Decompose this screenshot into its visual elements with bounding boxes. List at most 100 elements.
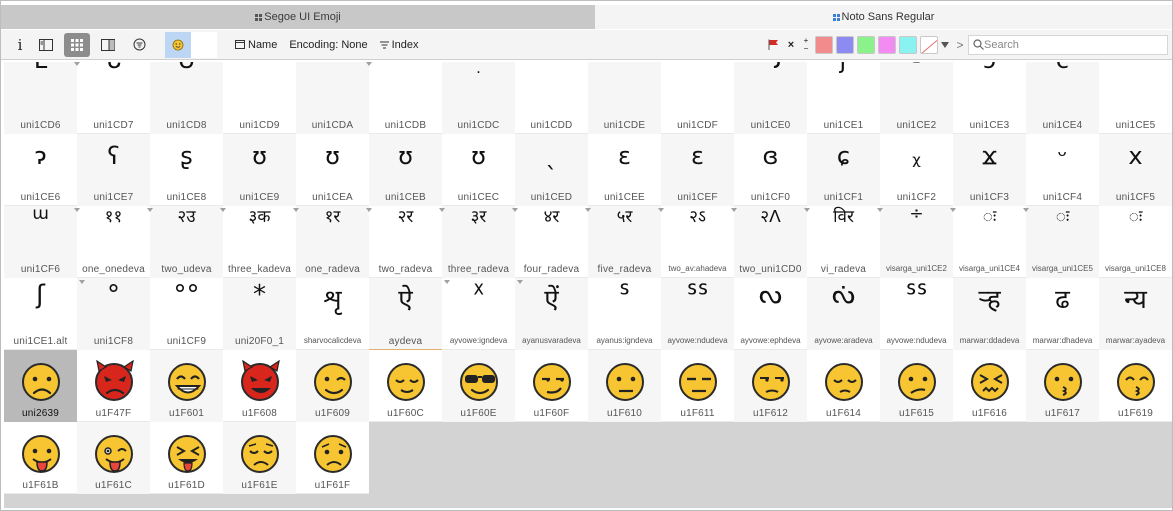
glyph-cell[interactable]: ÷ visarga_uni1CE2 xyxy=(880,206,953,278)
clear-mark-button[interactable]: × xyxy=(782,33,800,57)
glyph-cell[interactable]: ɕ uni1CF1 xyxy=(807,134,880,206)
next-button[interactable]: > xyxy=(952,33,968,57)
glyph-cell[interactable]: ३र three_radeva xyxy=(442,206,515,278)
glyph-cell[interactable]: uni2639 xyxy=(4,350,77,422)
glyph-cell[interactable]: c uni1CE4 xyxy=(1026,62,1099,134)
zoom-stepper[interactable]: + − xyxy=(800,33,812,57)
color-swatch-none[interactable] xyxy=(920,35,938,54)
glyph-cell[interactable]: u1F617 xyxy=(1026,350,1099,422)
glyph-cell[interactable]: १र one_radeva xyxy=(296,206,369,278)
glyph-cell[interactable]: u1F60E xyxy=(442,350,515,422)
glyph-cell[interactable]: ° uni1CF8 xyxy=(77,278,150,350)
glyph-cell[interactable]: ʃ uni1CE1 xyxy=(807,62,880,134)
glyph-cell[interactable]: u1F611 xyxy=(661,350,734,422)
glyph-cell[interactable]: ɯ uni1CF6 xyxy=(4,206,77,278)
color-dropdown-button[interactable] xyxy=(938,33,952,57)
glyph-cell[interactable]: ʊ uni1CEA xyxy=(296,134,369,206)
glyph-cell[interactable]: u1F61E xyxy=(223,422,296,494)
glyph-cell[interactable]: ʊ uni1CE9 xyxy=(223,134,296,206)
glyph-cell[interactable]: ᓓ uni1CE0 xyxy=(734,62,807,134)
color-swatch-red[interactable] xyxy=(815,35,833,54)
background-swatch[interactable] xyxy=(191,31,217,58)
glyph-cell[interactable]: ʊ uni1CEB xyxy=(369,134,442,206)
glyph-cell[interactable]: u1F61F xyxy=(296,422,369,494)
glyph-cell[interactable]: ·· uni1CDE xyxy=(588,62,661,134)
glyph-cell[interactable]: u1F619 xyxy=(1099,350,1172,422)
sort-name-button[interactable]: Name xyxy=(229,33,283,57)
glyph-cell[interactable]: ‴ uni1CDB xyxy=(369,62,442,134)
glyph-cell[interactable]: u1F60C xyxy=(369,350,442,422)
tab-segoe-ui-emoji[interactable]: Segoe UI Emoji xyxy=(1,5,595,29)
glyph-cell[interactable]: ᑦ uni1CE5 xyxy=(1099,62,1172,134)
tab-noto-sans-regular[interactable]: Noto Sans Regular xyxy=(595,5,1172,29)
glyph-cell[interactable]: ः visarga_uni1CE8 xyxy=(1099,206,1172,278)
glyph-cell[interactable]: ɞ uni1CF0 xyxy=(734,134,807,206)
glyph-cell[interactable]: ५र five_radeva xyxy=(588,206,661,278)
glyph-cell[interactable]: u1F609 xyxy=(296,350,369,422)
glyph-cell[interactable]: ᵕ uni1CF4 xyxy=(1026,134,1099,206)
glyph-cell[interactable]: न्य marwar:ayadeva xyxy=(1099,278,1172,350)
glyph-cell[interactable]: ᑌ uni1CD8 xyxy=(150,62,223,134)
glyph-cell[interactable]: ः visarga_uni1CE5 xyxy=(1026,206,1099,278)
color-swatch-blue[interactable] xyxy=(836,35,854,54)
glyph-cell[interactable]: विर vi_radeva xyxy=(807,206,880,278)
glyph-cell[interactable]: ४र four_radeva xyxy=(515,206,588,278)
glyph-cell[interactable]: u1F61D xyxy=(150,422,223,494)
filter-button[interactable] xyxy=(126,33,152,57)
inspector-toggle-button[interactable] xyxy=(95,33,121,57)
glyph-cell[interactable]: ᒐ uni1CD7 xyxy=(77,62,150,134)
glyph-cell[interactable]: २उ two_udeva xyxy=(150,206,223,278)
glyph-cell[interactable]: ᔆᔆ ayvowe:ndudeva xyxy=(661,278,734,350)
glyph-cell[interactable]: u1F61B xyxy=(4,422,77,494)
glyph-cell[interactable]: ११ one_onedeva xyxy=(77,206,150,278)
glyph-cell[interactable]: u1F601 xyxy=(150,350,223,422)
glyph-cell[interactable]: शृ sharvocalicdeva xyxy=(296,278,369,350)
glyph-cell[interactable]: ३क three_kadeva xyxy=(223,206,296,278)
glyph-cell[interactable]: u1F616 xyxy=(953,350,1026,422)
flag-button[interactable] xyxy=(764,33,782,57)
glyph-cell[interactable]: ऐ aydeva xyxy=(369,278,442,350)
glyph-cell[interactable]: ᔆᔆ ayvowe:ndudeva xyxy=(880,278,953,350)
glyph-cell[interactable]: u1F610 xyxy=(588,350,661,422)
glyph-cell[interactable]: * uni20F0_1 xyxy=(223,278,296,350)
encoding-dropdown[interactable]: Encoding: None xyxy=(283,33,373,57)
glyph-cell[interactable]: u1F60F xyxy=(515,350,588,422)
glyph-cell[interactable]: · uni1CDD xyxy=(515,62,588,134)
glyph-cell[interactable]: ʕ uni1CE7 xyxy=(77,134,150,206)
grid-view-button[interactable] xyxy=(64,32,90,57)
glyph-cell[interactable]: ऱ्ह marwar:ddadeva xyxy=(953,278,1026,350)
glyph-cell[interactable]: - uni1CE2 xyxy=(880,62,953,134)
search-input[interactable] xyxy=(984,38,1154,51)
glyph-cell[interactable]: ɛ uni1CEF xyxy=(661,134,734,206)
glyph-cell[interactable]: ᒪ uni1CD6 xyxy=(4,62,77,134)
glyph-cell[interactable]: x uni1CF5 xyxy=(1099,134,1172,206)
glyph-cell[interactable]: u1F614 xyxy=(807,350,880,422)
glyph-cell[interactable]: २ᐱ two_uni1CD0 xyxy=(734,206,807,278)
glyph-cell[interactable]: ऐं ayanusvaradeva xyxy=(515,278,588,350)
glyph-cell[interactable]: ɛ uni1CEE xyxy=(588,134,661,206)
glyph-cell[interactable]: ··· uni1CDF xyxy=(661,62,734,134)
glyph-cell[interactable]: ᔓ ayvowe:ephdeva xyxy=(734,278,807,350)
glyph-cell[interactable]: ᵪ uni1CF2 xyxy=(880,134,953,206)
info-button[interactable]: i xyxy=(7,33,33,57)
emoji-preview-button[interactable] xyxy=(165,31,191,58)
search-field[interactable] xyxy=(968,34,1168,55)
glyph-cell[interactable]: u1F608 xyxy=(223,350,296,422)
glyph-cell[interactable]: ः visarga_uni1CE4 xyxy=(953,206,1026,278)
glyph-cell[interactable]: u1F61C xyxy=(77,422,150,494)
glyph-cell[interactable]: ʊ uni1CEC xyxy=(442,134,515,206)
glyph-cell[interactable]: " uni1CDA xyxy=(296,62,369,134)
glyph-cell[interactable]: २ऽ two_av:ahadeva xyxy=(661,206,734,278)
glyph-cell[interactable]: ᔔ ayvowe:aradeva xyxy=(807,278,880,350)
color-swatch-magenta[interactable] xyxy=(878,35,896,54)
glyph-cell[interactable]: ˎ uni1CED xyxy=(515,134,588,206)
glyph-cell[interactable]: u1F612 xyxy=(734,350,807,422)
glyph-cell[interactable]: ɔ uni1CE3 xyxy=(953,62,1026,134)
glyph-cell[interactable]: u1F615 xyxy=(880,350,953,422)
glyph-cell[interactable]: u1F47F xyxy=(77,350,150,422)
glyph-cell[interactable]: ʂ uni1CE8 xyxy=(150,134,223,206)
sidebar-toggle-button[interactable] xyxy=(33,33,59,57)
glyph-cell[interactable]: ɂ uni1CE6 xyxy=(4,134,77,206)
glyph-cell[interactable]: २र two_radeva xyxy=(369,206,442,278)
color-swatch-green[interactable] xyxy=(857,35,875,54)
